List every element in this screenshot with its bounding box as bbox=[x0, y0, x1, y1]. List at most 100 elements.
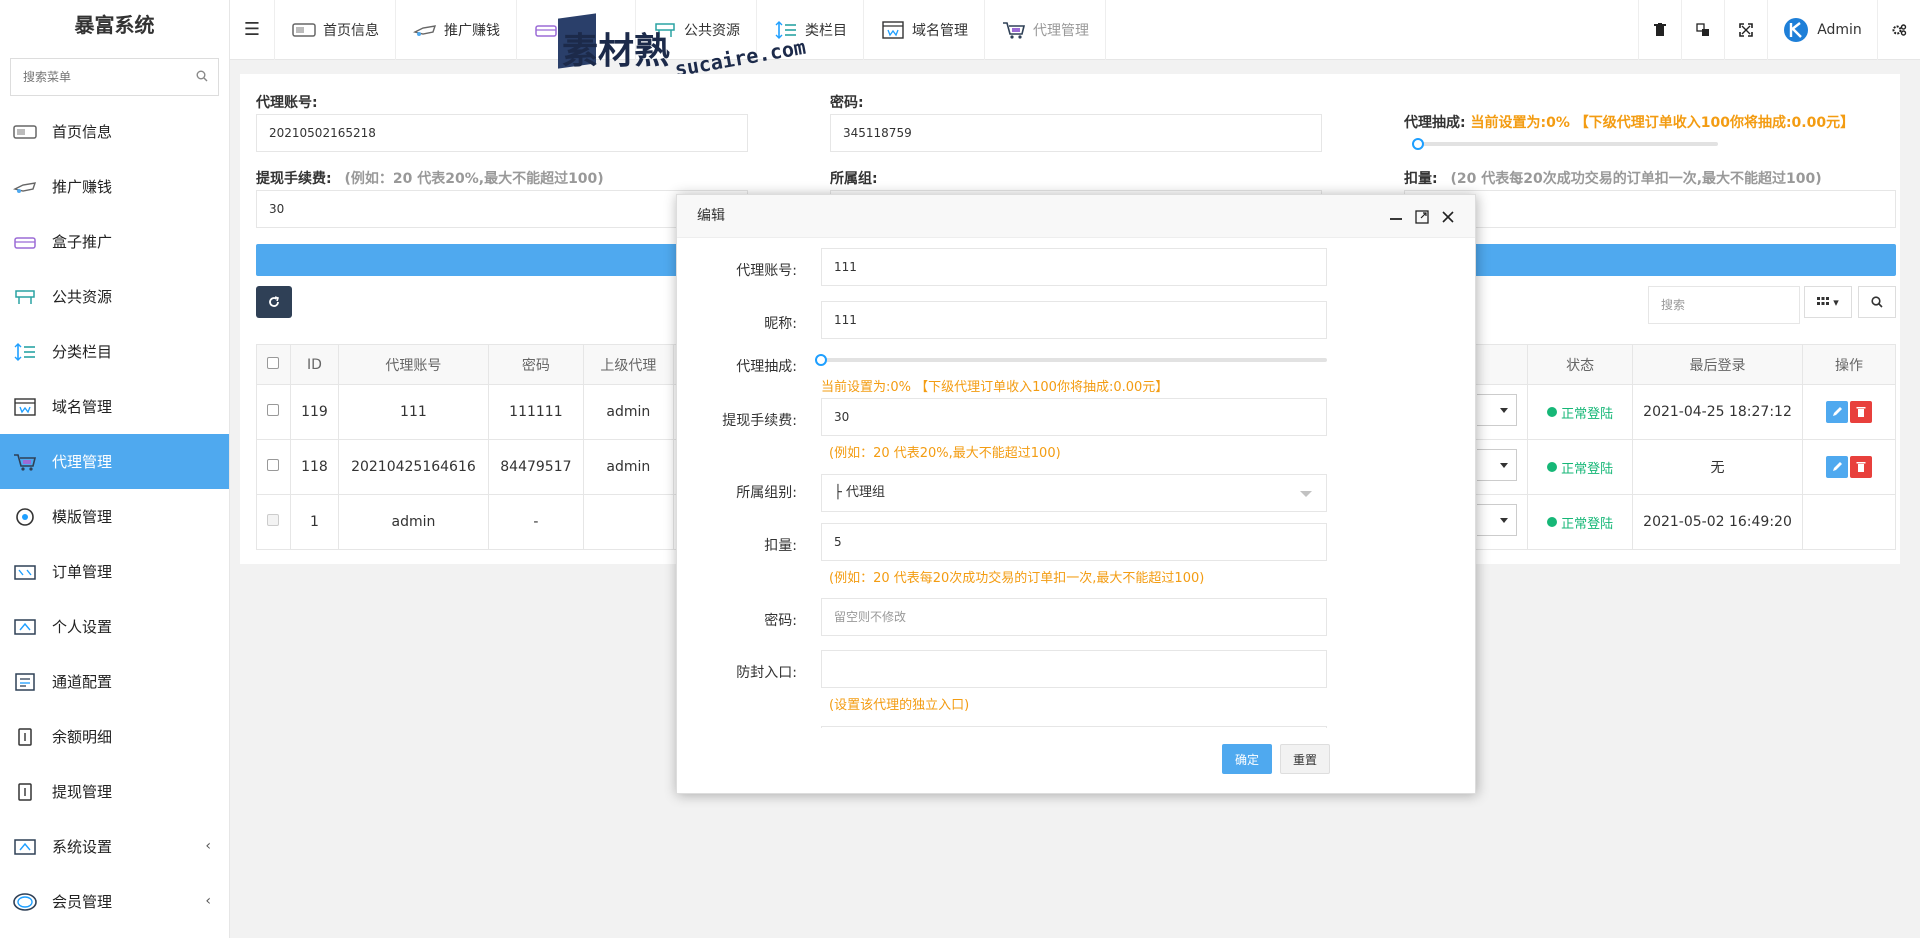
th-parent[interactable]: 上级代理 bbox=[582, 344, 674, 385]
deduct-input[interactable] bbox=[1404, 190, 1896, 228]
topnav-item-promo[interactable]: 推广赚钱 bbox=[396, 0, 517, 60]
columns-toggle-button[interactable]: ▾ bbox=[1804, 286, 1852, 318]
sidebar-item-agent[interactable]: 代理管理 bbox=[0, 434, 229, 489]
delete-button[interactable] bbox=[1849, 401, 1872, 423]
chevron-left-icon[interactable]: ‹ bbox=[205, 838, 211, 854]
sidebar-item-member[interactable]: 会员管理 ‹ bbox=[0, 874, 229, 929]
edit-button[interactable] bbox=[1825, 401, 1848, 423]
row-checkbox[interactable] bbox=[267, 404, 280, 416]
menu-search-input[interactable] bbox=[11, 59, 218, 95]
th-password[interactable]: 密码 bbox=[487, 344, 584, 385]
sidebar-item-domain[interactable]: 域名管理 bbox=[0, 379, 229, 434]
th-last-login[interactable]: 最后登录 bbox=[1632, 344, 1803, 385]
sidebar-item-resource[interactable]: 公共资源 bbox=[0, 269, 229, 324]
topnav-item-domain[interactable]: 域名管理 bbox=[864, 0, 985, 60]
sidebar-item-channel[interactable]: 通道配置 bbox=[0, 654, 229, 709]
fee-input[interactable]: 30 bbox=[256, 190, 748, 228]
sidebar-item-order[interactable]: 订单管理 bbox=[0, 544, 229, 599]
settings-gear-icon[interactable] bbox=[1877, 0, 1920, 60]
row-group-dropdown[interactable] bbox=[1477, 504, 1518, 536]
edit-button[interactable] bbox=[1825, 456, 1848, 478]
table-search-input[interactable]: 搜索 bbox=[1648, 286, 1800, 324]
sidebar-item-label: 公共资源 bbox=[52, 288, 113, 306]
password-label: 密码: bbox=[830, 95, 864, 111]
sidebar-item-box[interactable]: 盒子推广 bbox=[0, 214, 229, 269]
sidebar-item-label: 个人设置 bbox=[52, 618, 113, 636]
th-id[interactable]: ID bbox=[289, 344, 339, 385]
close-icon[interactable] bbox=[1441, 210, 1455, 224]
confirm-button[interactable]: 确定 bbox=[1222, 744, 1272, 774]
topnav-item-agent[interactable]: 代理管理 bbox=[985, 0, 1106, 60]
account-input[interactable]: 20210502165218 bbox=[256, 114, 748, 152]
sidebar-item-home[interactable]: 首页信息 bbox=[0, 104, 229, 159]
fullscreen-icon[interactable] bbox=[1724, 0, 1767, 60]
refresh-icon bbox=[269, 296, 280, 307]
modal-commission-slider-knob[interactable] bbox=[815, 354, 827, 366]
topnav-item-box[interactable]: 盒 bbox=[517, 0, 636, 60]
modal-nick-input[interactable]: 111 bbox=[821, 301, 1327, 339]
promo-icon bbox=[12, 177, 38, 197]
home-card-icon bbox=[12, 122, 38, 142]
sidebar-item-template[interactable]: 模版管理 bbox=[0, 489, 229, 544]
cell-parent: admin bbox=[582, 384, 674, 440]
modal-deduct-input[interactable]: 5 bbox=[821, 523, 1327, 561]
status-text: 正常登陆 bbox=[1561, 461, 1614, 477]
admin-user-menu[interactable]: Admin bbox=[1767, 0, 1877, 60]
modal-group-label: 所属组别: bbox=[736, 485, 797, 501]
modal-group-select[interactable]: ├ 代理组 bbox=[821, 474, 1327, 512]
modal-password-input[interactable]: 留空则不修改 bbox=[821, 598, 1327, 636]
modal-header[interactable]: 编辑 bbox=[677, 195, 1475, 238]
edit-modal: 编辑 代理账号: 111 昵称: 111 代理抽成: 当前设置为:0% 【下级代… bbox=[676, 194, 1476, 794]
commission-slider-track[interactable] bbox=[1418, 142, 1718, 146]
modal-entry-input[interactable] bbox=[821, 650, 1327, 688]
chevron-left-icon[interactable]: ‹ bbox=[205, 893, 211, 909]
menu-search[interactable] bbox=[10, 58, 219, 96]
cell-parent: admin bbox=[582, 439, 674, 495]
maximize-icon[interactable] bbox=[1415, 209, 1429, 224]
refresh-button[interactable] bbox=[256, 286, 292, 318]
commission-slider-knob[interactable] bbox=[1412, 138, 1424, 150]
home-card-icon bbox=[291, 20, 317, 40]
pencil-icon bbox=[1832, 462, 1842, 471]
clear-cache-icon[interactable] bbox=[1638, 0, 1681, 60]
topnav-item-category[interactable]: 类栏目 bbox=[757, 0, 864, 60]
sidebar-item-category[interactable]: 分类栏目 bbox=[0, 324, 229, 379]
sidebar-item-promo[interactable]: 推广赚钱 bbox=[0, 159, 229, 214]
search-icon[interactable] bbox=[196, 70, 208, 82]
row-group-dropdown[interactable] bbox=[1477, 449, 1518, 481]
translate-icon[interactable] bbox=[1681, 0, 1724, 60]
sidebar: 暴富系统 首页信息 推广赚钱 盒子推广 公共资源 分类栏目 域名管理 bbox=[0, 0, 230, 938]
hamburger-menu-icon[interactable]: ☰ bbox=[230, 0, 275, 60]
top-nav: 首页信息 推广赚钱 盒 公共资源 类栏目 域名管理 代理管理 bbox=[275, 0, 1106, 60]
modal-account-input[interactable]: 111 bbox=[821, 248, 1327, 286]
modal-deduct-hint: (例如：20 代表每20次成功交易的订单扣一次,最大不能超过100) bbox=[829, 571, 1205, 586]
trash-icon bbox=[1856, 462, 1866, 472]
modal-fee-label: 提现手续费: bbox=[722, 413, 797, 429]
sidebar-item-profile[interactable]: 个人设置 bbox=[0, 599, 229, 654]
minimize-icon[interactable] bbox=[1389, 210, 1403, 224]
account-label: 代理账号: bbox=[256, 95, 318, 111]
delete-button[interactable] bbox=[1849, 456, 1872, 478]
topnav-item-home[interactable]: 首页信息 bbox=[275, 0, 396, 60]
row-group-dropdown[interactable] bbox=[1477, 394, 1518, 426]
select-all-checkbox[interactable] bbox=[267, 356, 280, 369]
modal-commission-label: 代理抽成: bbox=[736, 359, 797, 375]
sidebar-item-system[interactable]: 系统设置 ‹ bbox=[0, 819, 229, 874]
cell-account: admin bbox=[337, 494, 489, 550]
select-all-cell bbox=[256, 344, 291, 385]
sidebar-item-balance[interactable]: 余额明细 bbox=[0, 709, 229, 764]
cell-status: 正常登陆 bbox=[1527, 494, 1634, 550]
sidebar-item-withdraw[interactable]: 提现管理 bbox=[0, 764, 229, 819]
topnav-item-resource[interactable]: 公共资源 bbox=[636, 0, 757, 60]
modal-fee-input[interactable]: 30 bbox=[821, 398, 1327, 436]
password-input[interactable]: 345118759 bbox=[830, 114, 1322, 152]
reset-button[interactable]: 重置 bbox=[1280, 744, 1330, 774]
row-checkbox[interactable] bbox=[267, 459, 280, 471]
th-account[interactable]: 代理账号 bbox=[337, 344, 489, 385]
system-icon bbox=[12, 837, 38, 857]
table-search-button[interactable] bbox=[1858, 286, 1896, 318]
modal-commission-slider-track[interactable] bbox=[821, 358, 1327, 362]
status-text: 正常登陆 bbox=[1561, 406, 1614, 422]
th-status[interactable]: 状态 bbox=[1527, 344, 1634, 385]
status-text: 正常登陆 bbox=[1561, 516, 1614, 532]
